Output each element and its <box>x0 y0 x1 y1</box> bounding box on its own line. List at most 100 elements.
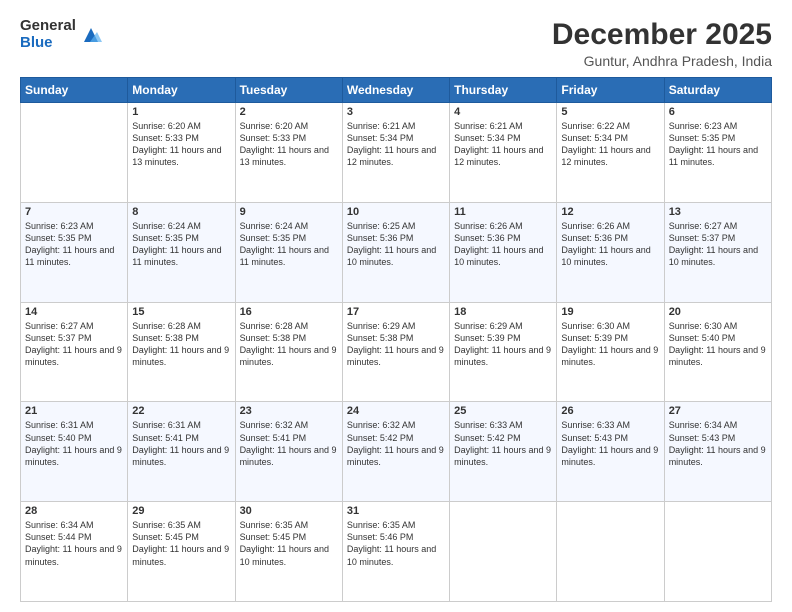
day-info: Sunrise: 6:26 AMSunset: 5:36 PMDaylight:… <box>454 220 552 269</box>
day-number: 22 <box>132 405 230 417</box>
col-header-wednesday: Wednesday <box>342 78 449 103</box>
day-number: 17 <box>347 306 445 318</box>
title-block: December 2025 Guntur, Andhra Pradesh, In… <box>552 18 772 69</box>
col-header-sunday: Sunday <box>21 78 128 103</box>
calendar-header-row: SundayMondayTuesdayWednesdayThursdayFrid… <box>21 78 772 103</box>
calendar-cell: 19Sunrise: 6:30 AMSunset: 5:39 PMDayligh… <box>557 302 664 402</box>
day-info: Sunrise: 6:34 AMSunset: 5:44 PMDaylight:… <box>25 519 123 568</box>
day-info: Sunrise: 6:27 AMSunset: 5:37 PMDaylight:… <box>669 220 767 269</box>
calendar-cell: 2Sunrise: 6:20 AMSunset: 5:33 PMDaylight… <box>235 103 342 203</box>
day-info: Sunrise: 6:23 AMSunset: 5:35 PMDaylight:… <box>669 120 767 169</box>
calendar-cell <box>450 502 557 602</box>
day-number: 4 <box>454 106 552 118</box>
day-info: Sunrise: 6:35 AMSunset: 5:45 PMDaylight:… <box>240 519 338 568</box>
day-info: Sunrise: 6:31 AMSunset: 5:40 PMDaylight:… <box>25 419 123 468</box>
day-info: Sunrise: 6:24 AMSunset: 5:35 PMDaylight:… <box>240 220 338 269</box>
day-number: 10 <box>347 206 445 218</box>
day-number: 2 <box>240 106 338 118</box>
calendar-cell: 13 Sunrise: 6:27 AMSunset: 5:37 PMDayligh… <box>664 202 771 302</box>
calendar-cell <box>664 502 771 602</box>
day-number: 27 <box>669 405 767 417</box>
calendar-cell: 26 Sunrise: 6:33 AMSunset: 5:43 PMDayligh… <box>557 402 664 502</box>
day-info: Sunrise: 6:23 AMSunset: 5:35 PMDaylight:… <box>25 220 123 269</box>
col-header-thursday: Thursday <box>450 78 557 103</box>
day-number: 7 <box>25 206 123 218</box>
calendar-cell: 31 Sunrise: 6:35 AMSunset: 5:46 PMDayligh… <box>342 502 449 602</box>
calendar-cell: 12 Sunrise: 6:26 AMSunset: 5:36 PMDayligh… <box>557 202 664 302</box>
day-number: 26 <box>561 405 659 417</box>
logo-blue: Blue <box>20 35 76 52</box>
day-info: Sunrise: 6:22 AMSunset: 5:34 PMDaylight:… <box>561 120 659 169</box>
calendar-week-row: 1Sunrise: 6:20 AMSunset: 5:33 PMDaylight… <box>21 103 772 203</box>
day-number: 25 <box>454 405 552 417</box>
calendar-cell: 4Sunrise: 6:21 AMSunset: 5:34 PMDaylight… <box>450 103 557 203</box>
day-info: Sunrise: 6:24 AMSunset: 5:35 PMDaylight:… <box>132 220 230 269</box>
calendar-cell: 16 Sunrise: 6:28 AMSunset: 5:38 PMDayligh… <box>235 302 342 402</box>
calendar-cell: 25 Sunrise: 6:33 AMSunset: 5:42 PMDayligh… <box>450 402 557 502</box>
calendar-cell: 3Sunrise: 6:21 AMSunset: 5:34 PMDaylight… <box>342 103 449 203</box>
day-number: 12 <box>561 206 659 218</box>
calendar-cell: 30Sunrise: 6:35 AMSunset: 5:45 PMDayligh… <box>235 502 342 602</box>
col-header-friday: Friday <box>557 78 664 103</box>
day-number: 15 <box>132 306 230 318</box>
subtitle: Guntur, Andhra Pradesh, India <box>552 53 772 69</box>
day-info: Sunrise: 6:31 AMSunset: 5:41 PMDaylight:… <box>132 419 230 468</box>
calendar-cell: 22 Sunrise: 6:31 AMSunset: 5:41 PMDayligh… <box>128 402 235 502</box>
calendar-cell: 10 Sunrise: 6:25 AMSunset: 5:36 PMDayligh… <box>342 202 449 302</box>
day-number: 13 <box>669 206 767 218</box>
day-info: Sunrise: 6:35 AMSunset: 5:46 PMDaylight:… <box>347 519 445 568</box>
col-header-monday: Monday <box>128 78 235 103</box>
calendar-cell: 27 Sunrise: 6:34 AMSunset: 5:43 PMDayligh… <box>664 402 771 502</box>
day-number: 29 <box>132 505 230 517</box>
logo-icon <box>80 24 102 46</box>
day-info: Sunrise: 6:33 AMSunset: 5:42 PMDaylight:… <box>454 419 552 468</box>
logo-general: General <box>20 18 76 35</box>
day-number: 8 <box>132 206 230 218</box>
calendar-cell: 15Sunrise: 6:28 AMSunset: 5:38 PMDayligh… <box>128 302 235 402</box>
day-number: 20 <box>669 306 767 318</box>
calendar-cell: 14 Sunrise: 6:27 AMSunset: 5:37 PMDayligh… <box>21 302 128 402</box>
day-info: Sunrise: 6:27 AMSunset: 5:37 PMDaylight:… <box>25 320 123 369</box>
day-info: Sunrise: 6:30 AMSunset: 5:40 PMDaylight:… <box>669 320 767 369</box>
col-header-saturday: Saturday <box>664 78 771 103</box>
day-number: 16 <box>240 306 338 318</box>
day-number: 24 <box>347 405 445 417</box>
day-number: 18 <box>454 306 552 318</box>
day-number: 31 <box>347 505 445 517</box>
day-info: Sunrise: 6:29 AMSunset: 5:38 PMDaylight:… <box>347 320 445 369</box>
day-number: 23 <box>240 405 338 417</box>
day-number: 28 <box>25 505 123 517</box>
day-number: 21 <box>25 405 123 417</box>
day-info: Sunrise: 6:33 AMSunset: 5:43 PMDaylight:… <box>561 419 659 468</box>
calendar-cell: 23 Sunrise: 6:32 AMSunset: 5:41 PMDayligh… <box>235 402 342 502</box>
day-info: Sunrise: 6:29 AMSunset: 5:39 PMDaylight:… <box>454 320 552 369</box>
calendar-cell: 21 Sunrise: 6:31 AMSunset: 5:40 PMDayligh… <box>21 402 128 502</box>
day-number: 11 <box>454 206 552 218</box>
day-info: Sunrise: 6:32 AMSunset: 5:41 PMDaylight:… <box>240 419 338 468</box>
calendar-cell: 8 Sunrise: 6:24 AMSunset: 5:35 PMDaylight… <box>128 202 235 302</box>
day-number: 14 <box>25 306 123 318</box>
day-number: 9 <box>240 206 338 218</box>
day-info: Sunrise: 6:26 AMSunset: 5:36 PMDaylight:… <box>561 220 659 269</box>
page: General Blue December 2025 Guntur, Andhr… <box>0 0 792 612</box>
calendar-cell: 18 Sunrise: 6:29 AMSunset: 5:39 PMDayligh… <box>450 302 557 402</box>
calendar-week-row: 14 Sunrise: 6:27 AMSunset: 5:37 PMDayligh… <box>21 302 772 402</box>
day-number: 5 <box>561 106 659 118</box>
calendar-cell: 24Sunrise: 6:32 AMSunset: 5:42 PMDayligh… <box>342 402 449 502</box>
day-info: Sunrise: 6:21 AMSunset: 5:34 PMDaylight:… <box>347 120 445 169</box>
day-info: Sunrise: 6:25 AMSunset: 5:36 PMDaylight:… <box>347 220 445 269</box>
calendar-cell: 7 Sunrise: 6:23 AMSunset: 5:35 PMDaylight… <box>21 202 128 302</box>
day-info: Sunrise: 6:20 AMSunset: 5:33 PMDaylight:… <box>132 120 230 169</box>
calendar-cell <box>21 103 128 203</box>
header: General Blue December 2025 Guntur, Andhr… <box>20 18 772 69</box>
calendar-week-row: 21 Sunrise: 6:31 AMSunset: 5:40 PMDayligh… <box>21 402 772 502</box>
calendar-week-row: 28 Sunrise: 6:34 AMSunset: 5:44 PMDayligh… <box>21 502 772 602</box>
calendar-cell: 29Sunrise: 6:35 AMSunset: 5:45 PMDayligh… <box>128 502 235 602</box>
logo: General Blue <box>20 18 102 51</box>
calendar-cell <box>557 502 664 602</box>
day-info: Sunrise: 6:34 AMSunset: 5:43 PMDaylight:… <box>669 419 767 468</box>
main-title: December 2025 <box>552 18 772 51</box>
day-info: Sunrise: 6:28 AMSunset: 5:38 PMDaylight:… <box>240 320 338 369</box>
day-number: 6 <box>669 106 767 118</box>
calendar-cell: 9 Sunrise: 6:24 AMSunset: 5:35 PMDaylight… <box>235 202 342 302</box>
